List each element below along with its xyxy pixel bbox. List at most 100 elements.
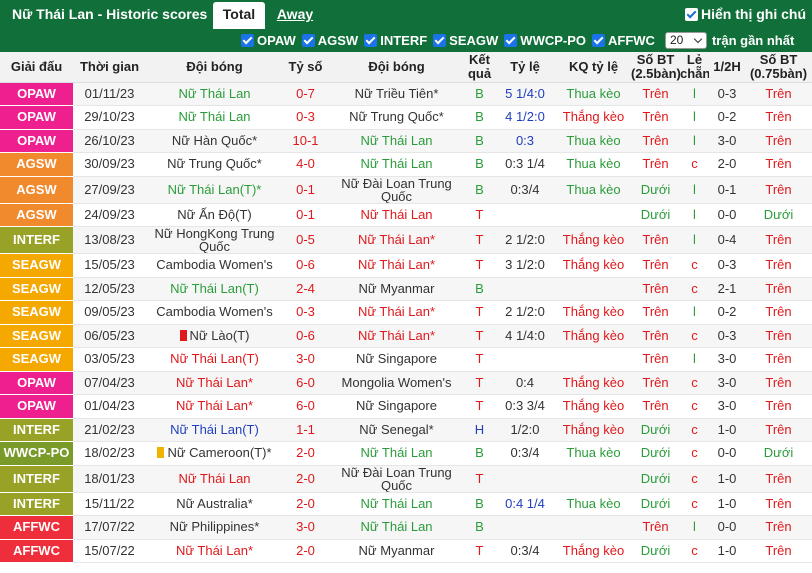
league-cell[interactable]: OPAW (0, 82, 73, 106)
league-cell[interactable]: OPAW (0, 129, 73, 153)
home-team[interactable]: Nữ Australia* (146, 492, 283, 516)
table-row[interactable]: AGSW 24/09/23 Nữ Ấn Độ(T) 0-1 Nữ Thái Lan T Dư… (0, 203, 812, 227)
away-team[interactable]: Nữ Đài Loan Trung Quốc (328, 465, 465, 493)
home-team[interactable]: Nữ Ấn Độ(T) (146, 203, 283, 227)
home-team[interactable]: Nữ Philippines* (146, 515, 283, 540)
home-team[interactable]: Nữ Hàn Quốc* (146, 129, 283, 153)
checkbox-icon[interactable] (364, 34, 378, 47)
filter-seagw[interactable]: SEAGW (433, 33, 498, 48)
table-row[interactable]: SEAGW 03/05/23 Nữ Thái Lan(T) 3-0 Nữ Singapo… (0, 347, 812, 372)
table-row[interactable]: SEAGW 09/05/23 Cambodia Women's 0-3 Nữ Thái … (0, 300, 812, 325)
league-cell[interactable]: SEAGW (0, 300, 73, 325)
table-row[interactable]: INTERF 18/01/23 Nữ Thái Lan 2-0 Nữ Đài Loan … (0, 465, 812, 493)
filter-affwc[interactable]: AFFWC (592, 33, 655, 48)
score-cell[interactable]: 0-7 (283, 82, 328, 106)
league-cell[interactable]: INTERF (0, 418, 73, 442)
away-team[interactable]: Nữ Thái Lan (328, 129, 465, 153)
league-cell[interactable]: AFFWC (0, 539, 73, 563)
league-cell[interactable]: SEAGW (0, 347, 73, 372)
away-team[interactable]: Nữ Singapore (328, 347, 465, 372)
home-team[interactable]: Nữ Thái Lan (146, 105, 283, 130)
away-team[interactable]: Nữ Thái Lan* (328, 253, 465, 278)
table-row[interactable]: AGSW 30/09/23 Nữ Trung Quốc* 4-0 Nữ Thái Lan… (0, 152, 812, 177)
away-team[interactable]: Nữ Thái Lan (328, 203, 465, 227)
table-row[interactable]: AGSW 27/09/23 Nữ Thái Lan(T)* 0-1 Nữ Đài Loa… (0, 176, 812, 204)
match-count-select[interactable]: 20 (664, 32, 707, 49)
home-team[interactable]: Nữ Thái Lan (146, 82, 283, 106)
home-team[interactable]: Nữ Trung Quốc* (146, 152, 283, 177)
home-team[interactable]: Nữ Thái Lan(T) (146, 277, 283, 301)
score-cell[interactable]: 0-3 (283, 300, 328, 325)
table-row[interactable]: OPAW 07/04/23 Nữ Thái Lan* 6-0 Mongolia Wome… (0, 371, 812, 395)
away-team[interactable]: Mongolia Women's (328, 371, 465, 395)
league-cell[interactable]: OPAW (0, 105, 73, 130)
score-cell[interactable]: 10-1 (283, 129, 328, 153)
league-cell[interactable]: INTERF (0, 226, 73, 254)
home-team[interactable]: Cambodia Women's (146, 253, 283, 278)
league-cell[interactable]: AFFWC (0, 515, 73, 540)
away-team[interactable]: Nữ Thái Lan* (328, 324, 465, 348)
away-team[interactable]: Nữ Thái Lan (328, 515, 465, 540)
score-cell[interactable]: 2-0 (283, 441, 328, 466)
league-cell[interactable]: OPAW (0, 371, 73, 395)
home-team[interactable]: Nữ Thái Lan* (146, 394, 283, 419)
checkbox-icon[interactable] (433, 34, 447, 47)
score-cell[interactable]: 0-5 (283, 226, 328, 254)
filter-wwcp-po[interactable]: WWCP-PO (504, 33, 586, 48)
away-team[interactable]: Nữ Myanmar (328, 539, 465, 563)
table-row[interactable]: SEAGW 06/05/23 Nữ Lào(T) 0-6 Nữ Thái Lan* T 4 … (0, 324, 812, 348)
home-team[interactable]: Cambodia Women's (146, 300, 283, 325)
table-row[interactable]: SEAGW 15/05/23 Cambodia Women's 0-6 Nữ Thái … (0, 253, 812, 278)
score-cell[interactable]: 6-0 (283, 394, 328, 419)
away-team[interactable]: Nữ Thái Lan (328, 441, 465, 466)
league-cell[interactable]: INTERF (0, 492, 73, 516)
table-row[interactable]: AFFWC 17/07/22 Nữ Philippines* 3-0 Nữ Thái L… (0, 515, 812, 540)
table-row[interactable]: INTERF 21/02/23 Nữ Thái Lan(T) 1-1 Nữ Senega… (0, 418, 812, 442)
home-team[interactable]: Nữ Thái Lan(T) (146, 347, 283, 372)
table-row[interactable]: OPAW 26/10/23 Nữ Hàn Quốc* 10-1 Nữ Thái Lan B… (0, 129, 812, 153)
table-row[interactable]: INTERF 15/11/22 Nữ Australia* 2-0 Nữ Thái La… (0, 492, 812, 516)
home-team[interactable]: Nữ Thái Lan (146, 465, 283, 493)
table-row[interactable]: OPAW 29/10/23 Nữ Thái Lan 0-3 Nữ Trung Quốc*… (0, 105, 812, 130)
league-cell[interactable]: AGSW (0, 152, 73, 177)
score-cell[interactable]: 2-0 (283, 539, 328, 563)
table-row[interactable]: OPAW 01/11/23 Nữ Thái Lan 0-7 Nữ Triều Tiên*… (0, 82, 812, 106)
score-cell[interactable]: 4-0 (283, 152, 328, 177)
score-cell[interactable]: 2-0 (283, 492, 328, 516)
home-team[interactable]: Nữ Thái Lan(T)* (146, 176, 283, 204)
league-cell[interactable]: SEAGW (0, 277, 73, 301)
table-row[interactable]: AFFWC 15/07/22 Nữ Thái Lan* 2-0 Nữ Myanmar T 0… (0, 539, 812, 563)
table-row[interactable]: OPAW 01/04/23 Nữ Thái Lan* 6-0 Nữ Singapore T… (0, 394, 812, 419)
away-team[interactable]: Nữ Senegal* (328, 418, 465, 442)
score-cell[interactable]: 0-1 (283, 176, 328, 204)
away-team[interactable]: Nữ Thái Lan* (328, 300, 465, 325)
table-row[interactable]: INTERF 13/08/23 Nữ HongKong Trung Quốc 0-5 N… (0, 226, 812, 254)
score-cell[interactable]: 0-3 (283, 105, 328, 130)
table-row[interactable]: SEAGW 12/05/23 Nữ Thái Lan(T) 2-4 Nữ Myanmar… (0, 277, 812, 301)
league-cell[interactable]: WWCP-PO (0, 441, 73, 466)
league-cell[interactable]: AGSW (0, 203, 73, 227)
table-row[interactable]: WWCP-PO 18/02/23 Nữ Cameroon(T)* 2-0 Nữ Thái… (0, 441, 812, 466)
away-team[interactable]: Nữ Đài Loan Trung Quốc (328, 176, 465, 204)
filter-opaw[interactable]: OPAW (241, 33, 296, 48)
score-cell[interactable]: 3-0 (283, 347, 328, 372)
score-cell[interactable]: 2-4 (283, 277, 328, 301)
score-cell[interactable]: 6-0 (283, 371, 328, 395)
home-team[interactable]: Nữ Lào(T) (146, 324, 283, 348)
home-team[interactable]: Nữ HongKong Trung Quốc (146, 226, 283, 254)
home-team[interactable]: Nữ Thái Lan(T) (146, 418, 283, 442)
score-cell[interactable]: 2-0 (283, 465, 328, 493)
league-cell[interactable]: AGSW (0, 176, 73, 204)
score-cell[interactable]: 0-6 (283, 324, 328, 348)
league-cell[interactable]: SEAGW (0, 324, 73, 348)
filter-interf[interactable]: INTERF (364, 33, 427, 48)
score-cell[interactable]: 3-0 (283, 515, 328, 540)
filter-agsw[interactable]: AGSW (301, 33, 358, 48)
tab-total[interactable]: Total (213, 2, 265, 29)
checkbox-icon[interactable] (301, 34, 315, 47)
checkbox-icon[interactable] (685, 7, 698, 21)
score-cell[interactable]: 1-1 (283, 418, 328, 442)
home-team[interactable]: Nữ Cameroon(T)* (146, 441, 283, 466)
league-cell[interactable]: OPAW (0, 394, 73, 419)
away-team[interactable]: Nữ Myanmar (328, 277, 465, 301)
